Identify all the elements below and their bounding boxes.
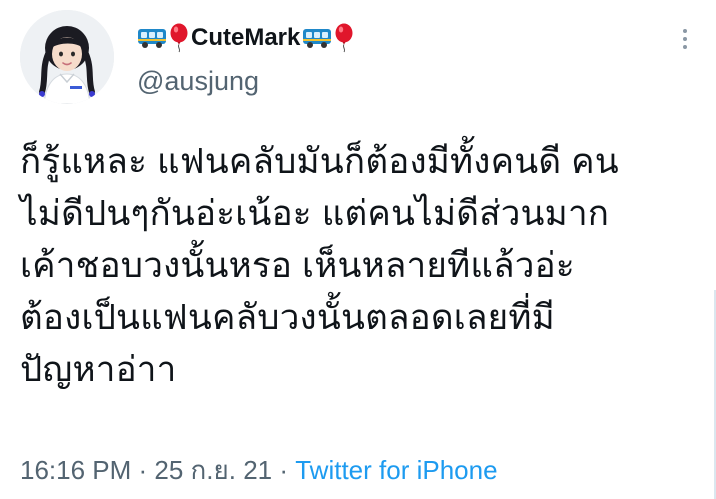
tweet-text-line: ต้องเป็นแฟนคลับวงนั้นตลอดเลยที่มี xyxy=(20,298,555,337)
more-options-button[interactable] xyxy=(670,24,700,54)
author-display-name[interactable]: CuteMark xyxy=(137,20,354,56)
avatar-image xyxy=(20,10,114,104)
tweet-text-line: ปัญหาอ่าา xyxy=(20,350,177,389)
avatar[interactable] xyxy=(20,10,114,104)
tweet-text: ก็รู้แหละ แฟนคลับมันก็ต้องมีทั้งคนดี คน … xyxy=(20,136,710,396)
display-name-text: CuteMark xyxy=(191,24,301,51)
tweet-text-line: ไม่ดีปนๆกันอ่ะเน้อะ แต่คนไม่ดีส่วนมาก xyxy=(20,194,610,233)
bus-icon xyxy=(302,26,332,50)
tweet-date[interactable]: 25 ก.ย. 21 xyxy=(154,455,272,485)
tweet-text-line: ก็รู้แหละ แฟนคลับมันก็ต้องมีทั้งคนดี คน xyxy=(20,142,619,181)
more-dot-icon xyxy=(683,37,687,41)
more-dot-icon xyxy=(683,29,687,33)
tweet-source-link[interactable]: Twitter for iPhone xyxy=(295,455,497,485)
more-dot-icon xyxy=(683,45,687,49)
author-handle[interactable]: @ausjung xyxy=(137,66,259,97)
balloon-icon xyxy=(169,23,189,53)
tweet-text-line: เค้าชอบวงนั้นหรอ เห็นหลายทีแล้วอ่ะ xyxy=(20,246,575,285)
bus-icon xyxy=(137,26,167,50)
balloon-icon xyxy=(334,23,354,53)
tweet-time[interactable]: 16:16 PM xyxy=(20,455,131,485)
meta-separator: · xyxy=(272,455,296,485)
meta-separator: · xyxy=(131,455,155,485)
tweet-card: CuteMark @ausjung ก็รู้แหละ แฟนคลับมันก็… xyxy=(0,0,716,499)
tweet-meta: 16:16 PM · 25 ก.ย. 21 · Twitter for iPho… xyxy=(20,450,498,491)
